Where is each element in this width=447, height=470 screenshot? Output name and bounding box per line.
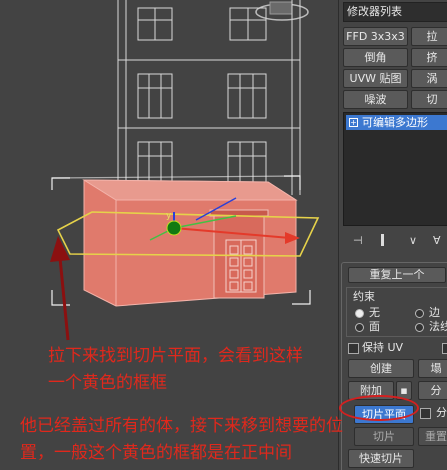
reset-plane-button[interactable]: 重置 [418, 427, 447, 446]
preserve-uv-settings[interactable] [442, 343, 447, 354]
svg-text:y: y [166, 211, 172, 221]
constraint-face-label: 面 [369, 320, 380, 333]
selected-floor-box [82, 179, 298, 307]
annotation-line-3: 他已经盖过所有的体，接下来移到想要的位 [20, 416, 343, 436]
extrude-button[interactable]: 挤 [411, 48, 447, 67]
repeat-last-button[interactable]: 重复上一个 [348, 267, 446, 283]
constraint-edge-label: 边 [429, 306, 440, 319]
stack-item-editable-poly[interactable]: + 可编辑多边形 [346, 115, 447, 130]
modifier-list-dropdown[interactable]: 修改器列表 [343, 2, 447, 22]
constraint-edge-radio[interactable] [415, 309, 424, 318]
modify-command-panel: 修改器列表 FFD 3x3x3 拉 倒角 挤 UVW 贴图 涡 噪波 切 + 可… [338, 0, 447, 470]
stack-toolbar: ⊣ ∨ ∀ [343, 234, 447, 248]
create-button[interactable]: 创建 [348, 359, 414, 378]
ffd-button[interactable]: FFD 3x3x3 [343, 27, 408, 46]
stack-item-label: 可编辑多边形 [362, 116, 428, 129]
split-checkbox[interactable] [420, 408, 431, 419]
constraint-normal-radio[interactable] [415, 323, 424, 332]
constraint-none-label: 无 [369, 306, 380, 319]
remove-modifier-icon[interactable]: ∀ [433, 234, 441, 247]
annotation-line-2: 一个黄色的框框 [48, 373, 167, 393]
slice-button[interactable]: 切片 [354, 427, 414, 446]
noise-button[interactable]: 噪波 [343, 90, 408, 109]
annotation-line-1: 拉下来找到切片平面，会看到这样 [48, 346, 303, 366]
bevel-button[interactable]: 倒角 [343, 48, 408, 67]
3d-viewport[interactable]: y 拉下来找到切片平面，会看到这样 一个黄色的框框 [0, 0, 338, 470]
constraint-normal-label: 法线 [429, 320, 447, 333]
pin-stack-icon[interactable]: ⊣ [353, 234, 363, 247]
collapse-button[interactable]: 塌 [418, 359, 447, 378]
detach-button[interactable]: 分 [418, 381, 447, 400]
modifier-list-label: 修改器列表 [347, 5, 402, 18]
modifier-stack[interactable]: + 可编辑多边形 [343, 112, 447, 226]
constraint-face-radio[interactable] [355, 323, 364, 332]
show-end-result-icon[interactable] [381, 234, 384, 246]
expand-icon[interactable]: + [349, 118, 358, 127]
preserve-uv-label: 保持 UV [362, 341, 404, 354]
make-unique-icon[interactable]: ∨ [409, 234, 417, 247]
viewcube-box [269, 1, 293, 15]
slice-modifier-button[interactable]: 切 [411, 90, 447, 109]
constraints-label: 约束 [353, 290, 375, 303]
lathe-button[interactable]: 拉 [411, 27, 447, 46]
viewport-scene: y [50, 0, 320, 341]
preserve-uv-checkbox[interactable] [348, 343, 359, 354]
highlight-ring [339, 395, 419, 421]
split-label: 分 [436, 406, 447, 419]
uvw-map-button[interactable]: UVW 贴图 [343, 69, 408, 88]
annotation-arrow [50, 236, 70, 341]
annotation-line-4: 置，一般这个黄色的框都是在正中间 [20, 443, 292, 463]
edit-geometry-rollout: 重复上一个 约束 无 边 面 法线 保持 UV 创建 塌 附加 ▪ 分 切片平面… [341, 262, 447, 470]
quickslice-button[interactable]: 快速切片 [348, 449, 414, 468]
building-wireframe [117, 0, 301, 195]
constraint-none-radio[interactable] [355, 309, 364, 318]
constraints-group: 约束 无 边 面 法线 [346, 287, 447, 337]
turbosmooth-button[interactable]: 涡 [411, 69, 447, 88]
